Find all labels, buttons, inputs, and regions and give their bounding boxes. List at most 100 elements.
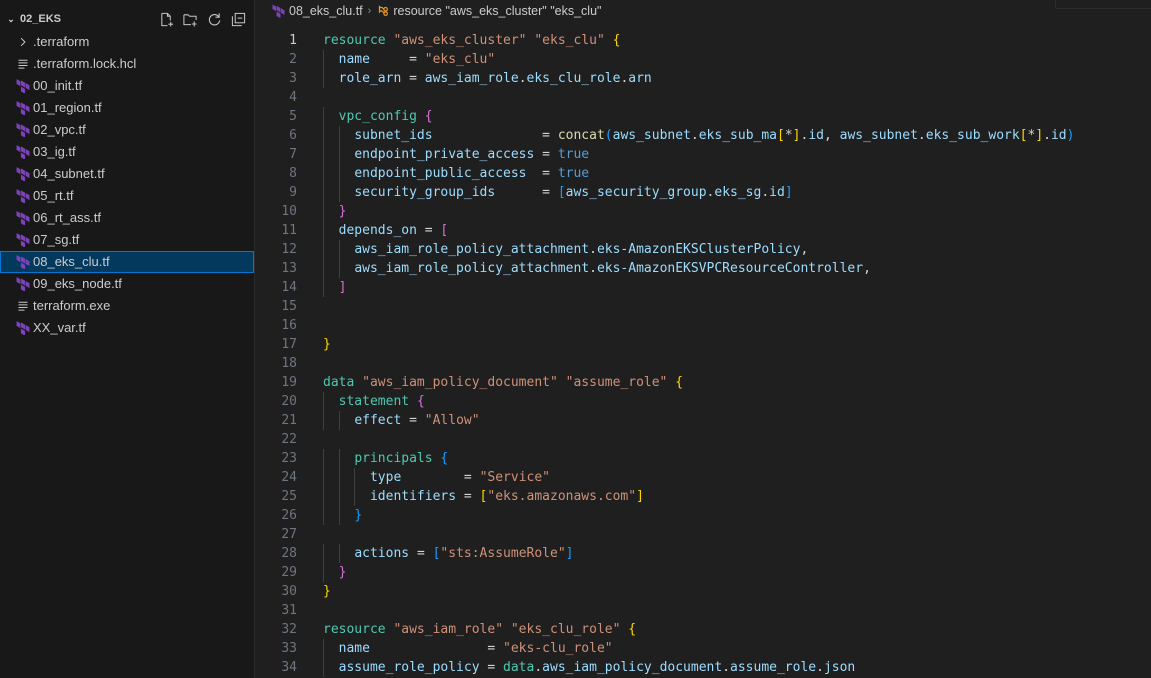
code-text: name = "eks_clu": [297, 50, 495, 69]
file-tree-item[interactable]: 04_subnet.tf: [0, 163, 254, 185]
code-line[interactable]: 19 data "aws_iam_policy_document" "assume…: [255, 373, 1151, 392]
code-line[interactable]: 15: [255, 297, 1151, 316]
code-line[interactable]: 27: [255, 525, 1151, 544]
code-line[interactable]: 3 role_arn = aws_iam_role.eks_clu_role.a…: [255, 69, 1151, 88]
code-line[interactable]: 13 aws_iam_role_policy_attachment.eks-Am…: [255, 259, 1151, 278]
indent-guide: [338, 411, 340, 430]
code-line[interactable]: 29 }: [255, 563, 1151, 582]
code-line[interactable]: 23 principals {: [255, 449, 1151, 468]
file-tree-item-label: 05_rt.tf: [33, 188, 74, 203]
code-area[interactable]: 1 resource "aws_eks_cluster" "eks_clu" {2…: [255, 31, 1151, 678]
new-file-icon[interactable]: [158, 11, 174, 27]
code-line[interactable]: 11 depends_on = [: [255, 221, 1151, 240]
line-number: 2: [289, 52, 297, 67]
file-tree-item[interactable]: 03_ig.tf: [0, 141, 254, 163]
breadcrumb-file[interactable]: 08_eks_clu.tf: [289, 4, 363, 18]
terraform-icon: [14, 320, 32, 336]
code-line[interactable]: 22: [255, 430, 1151, 449]
indent-guide: [354, 487, 356, 506]
code-line[interactable]: 9 security_group_ids = [aws_security_gro…: [255, 183, 1151, 202]
code-line[interactable]: 33 name = "eks-clu_role": [255, 639, 1151, 658]
file-tree-item[interactable]: XX_var.tf: [0, 317, 254, 339]
symbol-class-icon: [376, 4, 390, 18]
line-number: 12: [281, 242, 297, 257]
code-line[interactable]: 18: [255, 354, 1151, 373]
code-line[interactable]: 4: [255, 88, 1151, 107]
file-tree-item-label: 01_region.tf: [33, 100, 102, 115]
code-line[interactable]: 14 ]: [255, 278, 1151, 297]
line-number: 31: [281, 603, 297, 618]
code-line[interactable]: 6 subnet_ids = concat(aws_subnet.eks_sub…: [255, 126, 1151, 145]
file-tree-item[interactable]: .terraform.lock.hcl: [0, 53, 254, 75]
code-line[interactable]: 16: [255, 316, 1151, 335]
code-line[interactable]: 28 actions = ["sts:AssumeRole"]: [255, 544, 1151, 563]
file-tree-item[interactable]: 09_eks_node.tf: [0, 273, 254, 295]
line-number: 22: [281, 432, 297, 447]
file-tree-item[interactable]: 01_region.tf: [0, 97, 254, 119]
code-line[interactable]: 7 endpoint_private_access = true: [255, 145, 1151, 164]
indent-guide: [323, 506, 324, 525]
code-line[interactable]: 20 statement {: [255, 392, 1151, 411]
file-tree-item[interactable]: 08_eks_clu.tf: [0, 251, 254, 273]
indent-guide: [338, 468, 340, 487]
file-tree-item[interactable]: 07_sg.tf: [0, 229, 254, 251]
code-line[interactable]: 34 assume_role_policy = data.aws_iam_pol…: [255, 658, 1151, 677]
code-line[interactable]: 5 vpc_config {: [255, 107, 1151, 126]
line-number: 3: [289, 71, 297, 86]
file-tree-item[interactable]: terraform.exe: [0, 295, 254, 317]
indent-guide: [323, 202, 324, 221]
code-text: name = "eks-clu_role": [297, 639, 613, 658]
indent-guide: [338, 183, 340, 202]
code-text: actions = ["sts:AssumeRole"]: [297, 544, 573, 563]
code-line[interactable]: 21 effect = "Allow": [255, 411, 1151, 430]
indent-guide: [338, 506, 340, 525]
indent-guide: [323, 240, 324, 259]
file-tree-item[interactable]: 02_vpc.tf: [0, 119, 254, 141]
new-folder-icon[interactable]: [182, 11, 198, 27]
collapse-all-icon[interactable]: [230, 11, 246, 27]
code-line[interactable]: 31: [255, 601, 1151, 620]
code-line[interactable]: 24 type = "Service": [255, 468, 1151, 487]
breadcrumb-symbol[interactable]: resource "aws_eks_cluster" "eks_clu": [393, 4, 601, 18]
code-line[interactable]: 17}: [255, 335, 1151, 354]
code-line[interactable]: 26 }: [255, 506, 1151, 525]
indent-guide: [323, 392, 324, 411]
refresh-icon[interactable]: [206, 11, 222, 27]
file-tree-item-label: 06_rt_ass.tf: [33, 210, 101, 225]
line-number: 34: [281, 660, 297, 675]
indent-guide: [354, 468, 356, 487]
file-tree-item[interactable]: .terraform: [0, 31, 254, 53]
code-line[interactable]: 12 aws_iam_role_policy_attachment.eks-Am…: [255, 240, 1151, 259]
code-line[interactable]: 2 name = "eks_clu": [255, 50, 1151, 69]
line-number: 28: [281, 546, 297, 561]
terraform-icon: [14, 100, 32, 116]
code-line[interactable]: 8 endpoint_public_access = true: [255, 164, 1151, 183]
line-number: 11: [281, 223, 297, 238]
indent-guide: [323, 563, 324, 582]
file-tree-item-label: XX_var.tf: [33, 320, 86, 335]
indent-guide: [338, 449, 340, 468]
explorer-actions: [158, 11, 246, 27]
editor-top-divider: [1055, 0, 1151, 9]
terraform-icon: [14, 144, 32, 160]
file-tree-item-label: 08_eks_clu.tf: [33, 254, 110, 269]
code-line[interactable]: 1 resource "aws_eks_cluster" "eks_clu" {: [255, 31, 1151, 50]
file-tree-item[interactable]: 06_rt_ass.tf: [0, 207, 254, 229]
code-line[interactable]: 32 resource "aws_iam_role" "eks_clu_role"…: [255, 620, 1151, 639]
code-text: vpc_config {: [297, 107, 433, 126]
code-text: resource "aws_iam_role" "eks_clu_role" {: [323, 622, 637, 637]
code-line[interactable]: 10 }: [255, 202, 1151, 221]
file-tree-item[interactable]: 05_rt.tf: [0, 185, 254, 207]
indent-guide: [323, 544, 324, 563]
code-text: endpoint_public_access = true: [297, 164, 589, 183]
code-line[interactable]: 30}: [255, 582, 1151, 601]
code-line[interactable]: 25 identifiers = ["eks.amazonaws.com"]: [255, 487, 1151, 506]
file-tree-item[interactable]: 00_init.tf: [0, 75, 254, 97]
terraform-icon: [14, 122, 32, 138]
code-text: principals {: [297, 449, 448, 468]
indent-guide: [338, 259, 340, 278]
indent-guide: [338, 487, 340, 506]
